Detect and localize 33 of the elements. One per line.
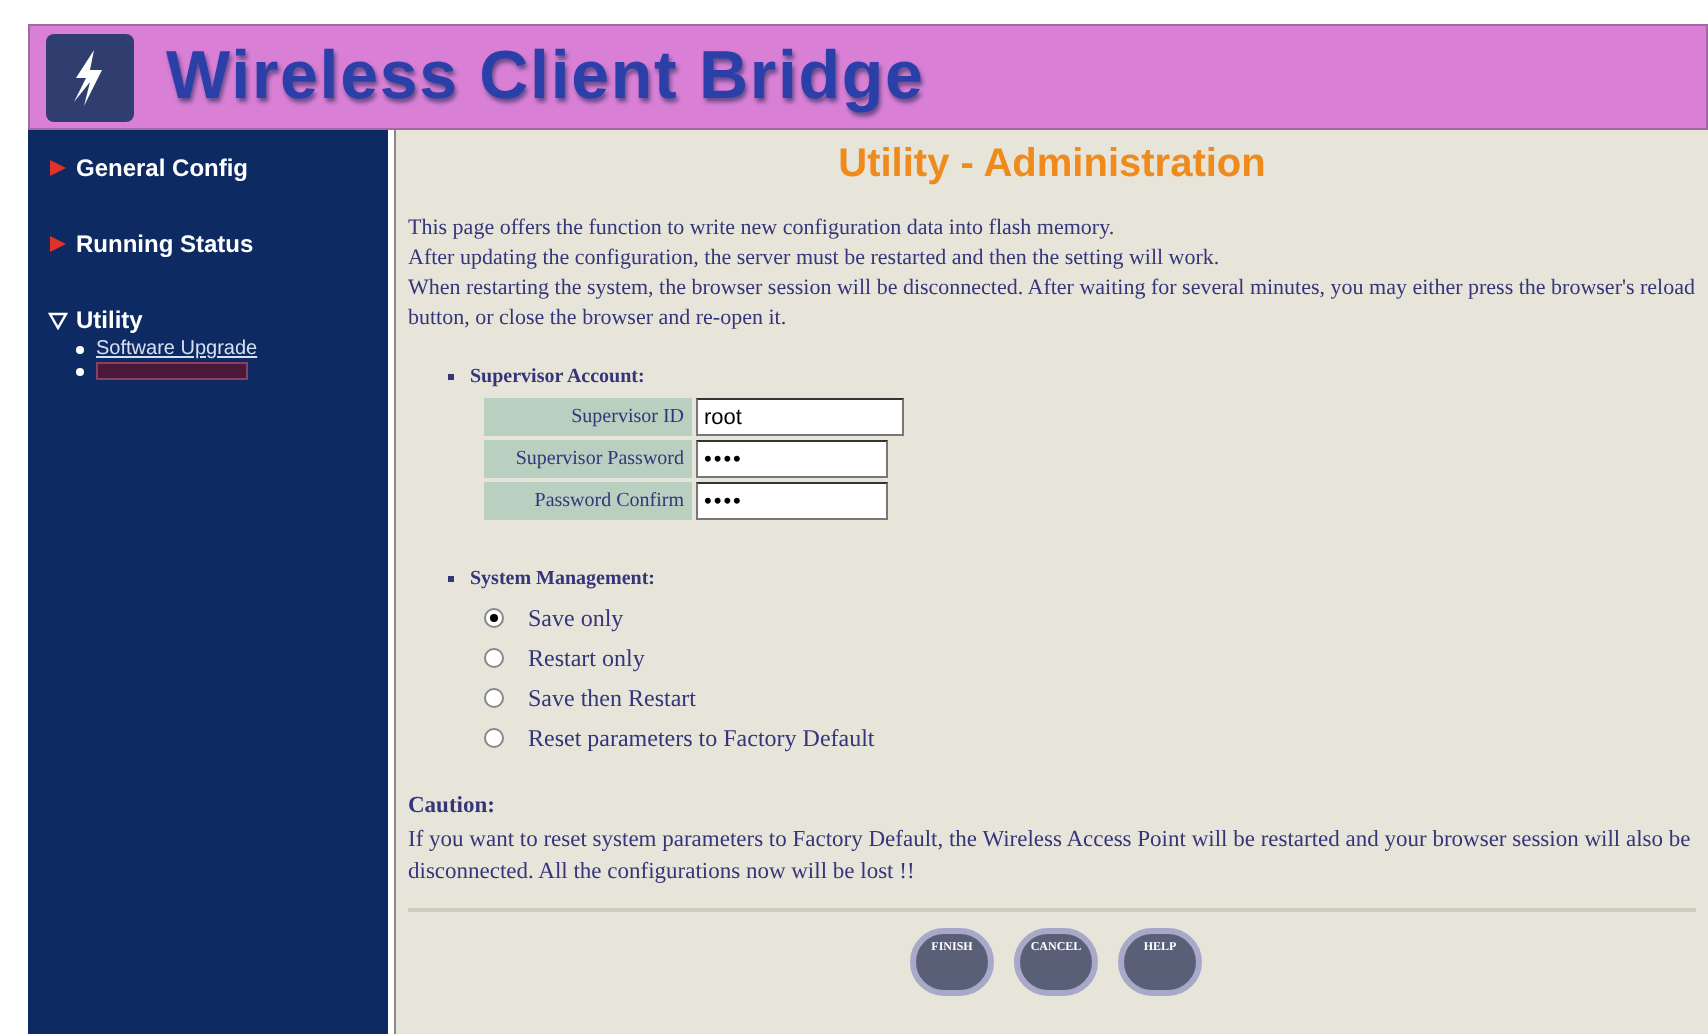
section-heading: System Management: [470,566,655,594]
bullet-icon [76,367,84,375]
paragraph: After updating the configuration, the server must be restarted and then the setting will work. [408,244,1222,274]
page-title: Utility - Administration [836,140,1268,190]
field-label: Supervisor Password [484,440,692,478]
caution-text: If you want to reset system parameters to Factory Default, the Wireless Access Point will be restarted and your browser session will also be disconnected. All the configurations now will be lost !! [408,826,1693,889]
bullet-icon [448,374,454,380]
radio-label: Restart only [528,641,645,675]
caution-heading: Caution: [408,792,497,822]
radio-button[interactable] [484,727,504,747]
nav-link[interactable]: General Config [76,150,249,186]
bullet-icon [448,576,454,582]
bullet-icon [76,345,84,353]
field-label: Password Confirm [484,482,692,520]
text-field[interactable]: root [696,398,904,436]
header-title: Wireless Client Bridge [166,36,925,118]
lightning-logo-icon [46,33,134,121]
radio-label: Save then Restart [528,681,696,715]
section-heading: Supervisor Account: [470,364,645,392]
paragraph: When restarting the system, the browser session will be disconnected. After waiting for several minutes, you may either press the browser's reload button, or close the browser and re-open it. [408,274,1696,334]
radio-button[interactable] [484,607,504,627]
radio-label: Reset parameters to Factory Default [528,721,875,755]
nav-sublink[interactable]: Software Upgrade [96,338,258,360]
radio-button[interactable] [484,647,504,667]
radio-label: Save only [528,601,624,635]
selected-link-highlight[interactable] [96,362,248,380]
nav-link[interactable]: Running Status [76,226,254,262]
field-label: Supervisor ID [484,398,692,436]
nav-link[interactable]: Utility [76,302,143,338]
password-field[interactable]: •••• [696,482,888,520]
radio-button[interactable] [484,687,504,707]
password-field[interactable]: •••• [696,440,888,478]
paragraph: This page offers the function to write new configuration data into flash memory. [408,214,1117,244]
